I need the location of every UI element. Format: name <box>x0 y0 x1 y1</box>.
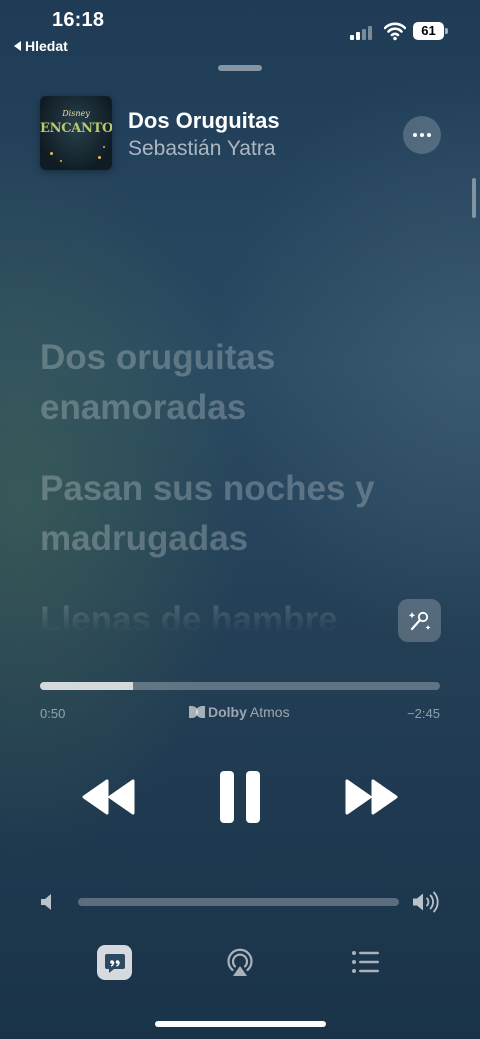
dolby-atmos-badge: Dolby Atmos <box>189 704 290 720</box>
wifi-icon <box>384 22 406 41</box>
back-arrow-icon <box>14 41 21 51</box>
back-label: Hledat <box>25 38 68 54</box>
lyrics-quote-icon <box>104 953 125 973</box>
backward-icon[interactable] <box>80 776 138 818</box>
forward-icon[interactable] <box>342 776 400 818</box>
sing-mic-button[interactable] <box>398 599 441 642</box>
pause-icon[interactable] <box>218 770 262 824</box>
dolby-icon <box>189 706 205 718</box>
lyrics-panel[interactable]: Dos oruguitas enamoradas Pasan sus noche… <box>40 333 440 633</box>
airplay-icon[interactable] <box>224 946 256 978</box>
sing-mic-icon <box>408 611 430 630</box>
playback-scrubber[interactable] <box>40 682 440 690</box>
album-brand: Disney <box>62 109 90 118</box>
cellular-signal-icon <box>350 26 376 40</box>
album-artwork[interactable]: Disney ENCANTO <box>40 96 112 170</box>
battery-icon: 61 <box>413 22 449 40</box>
lyrics-button[interactable] <box>97 945 132 980</box>
album-wordmark: ENCANTO <box>40 121 112 136</box>
queue-list-icon[interactable] <box>351 950 380 974</box>
dolby-brand: Dolby <box>208 704 247 720</box>
song-artist[interactable]: Sebastián Yatra <box>128 137 276 161</box>
lyric-line[interactable]: Dos oruguitas enamoradas <box>40 333 430 433</box>
scroll-indicator <box>472 178 476 218</box>
dolby-suffix: Atmos <box>249 704 290 720</box>
status-time: 16:18 <box>52 9 105 31</box>
ellipsis-icon <box>413 133 417 137</box>
back-to-search-link[interactable]: Hledat <box>14 38 68 54</box>
sheet-grabber[interactable] <box>218 65 262 71</box>
song-title[interactable]: Dos Oruguitas <box>128 108 280 134</box>
volume-low-icon <box>41 894 51 910</box>
volume-slider[interactable] <box>78 898 399 906</box>
more-options-button[interactable] <box>403 116 441 154</box>
lyric-line[interactable]: Pasan sus noches y madrugadas <box>40 464 430 564</box>
remaining-time: −2:45 <box>407 706 440 721</box>
battery-level: 61 <box>413 22 444 40</box>
playback-progress-fill <box>40 682 134 690</box>
elapsed-time: 0:50 <box>40 706 66 721</box>
volume-high-icon <box>413 891 439 913</box>
home-indicator[interactable] <box>155 1021 326 1027</box>
lyric-line[interactable]: Llenas de hambre <box>40 595 430 633</box>
